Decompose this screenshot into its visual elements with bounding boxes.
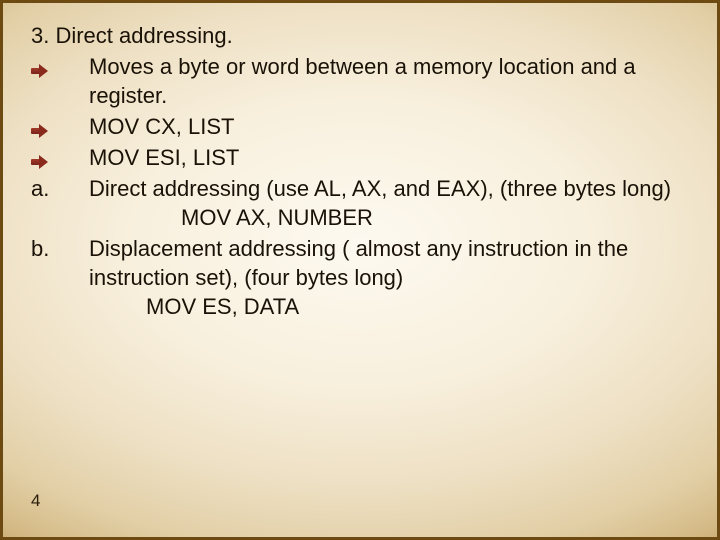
bullet-text: MOV ESI, LIST [89, 143, 689, 172]
bullet-row: MOV ESI, LIST [31, 143, 689, 172]
bullet-marker [31, 52, 89, 81]
arrow-icon [31, 64, 47, 78]
arrow-icon [31, 155, 47, 169]
bullet-marker [31, 112, 89, 141]
lettered-row: a. Direct addressing (use AL, AX, and EA… [31, 174, 689, 203]
item-text: Displacement addressing ( almost any ins… [89, 234, 689, 292]
bullet-text: Moves a byte or word between a memory lo… [89, 52, 689, 110]
item-text: Direct addressing (use AL, AX, and EAX),… [89, 174, 689, 203]
bullet-marker [31, 143, 89, 172]
bullet-text: MOV CX, LIST [89, 112, 689, 141]
lettered-row: b. Displacement addressing ( almost any … [31, 234, 689, 292]
slide-heading: 3. Direct addressing. [31, 21, 689, 50]
slide: 3. Direct addressing. Moves a byte or wo… [0, 0, 720, 540]
slide-content: 3. Direct addressing. Moves a byte or wo… [31, 21, 689, 321]
page-number: 4 [31, 491, 40, 511]
bullet-row: Moves a byte or word between a memory lo… [31, 52, 689, 110]
item-marker: b. [31, 234, 89, 263]
item-marker: a. [31, 174, 89, 203]
item-example: MOV ES, DATA [146, 292, 689, 321]
arrow-icon [31, 124, 47, 138]
item-example: MOV AX, NUMBER [181, 203, 689, 232]
bullet-row: MOV CX, LIST [31, 112, 689, 141]
